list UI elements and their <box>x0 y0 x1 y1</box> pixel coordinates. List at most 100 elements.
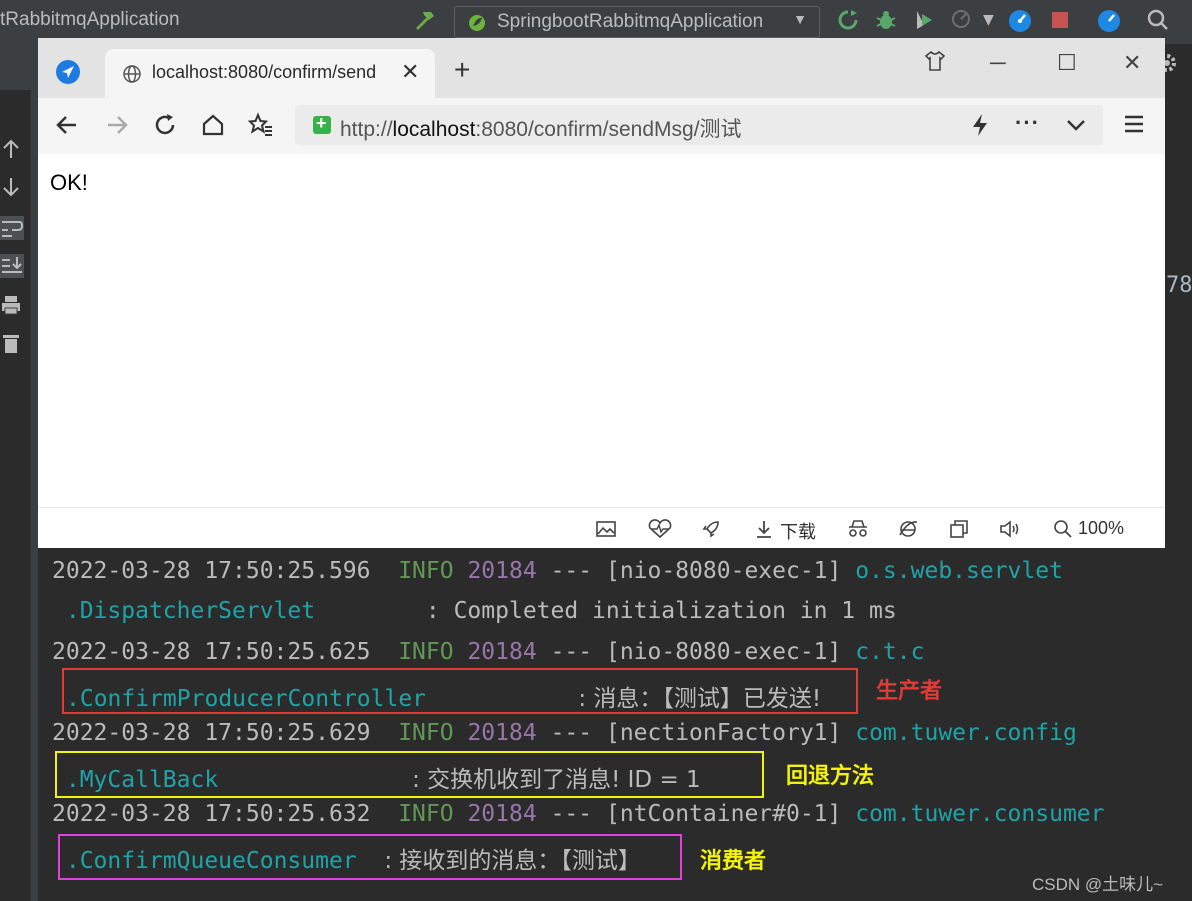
build-hammer-icon[interactable] <box>413 8 437 36</box>
log-separator: --- <box>550 720 593 746</box>
more-options-icon[interactable]: ··· <box>1015 110 1040 136</box>
home-icon[interactable] <box>200 112 228 140</box>
chevron-down-icon: ▼ <box>793 11 807 27</box>
url-host: localhost <box>392 118 476 141</box>
jrebel-icon[interactable] <box>1007 8 1033 34</box>
log-pid: 20184 <box>467 720 537 746</box>
debug-bug-icon[interactable] <box>874 8 900 34</box>
browser-window: localhost:8080/confirm/send ✕ + ─ ☐ ✕ ht… <box>38 38 1165 549</box>
spring-leaf-icon <box>467 13 487 39</box>
ide-window-title: tRabbitmqApplication <box>0 9 180 30</box>
download-label[interactable]: 下载 <box>780 518 816 544</box>
rocket-icon[interactable] <box>701 519 721 539</box>
maximize-icon[interactable]: ☐ <box>1057 50 1077 76</box>
editor-right-edge-text: 78 <box>1166 273 1192 298</box>
hamburger-menu-icon[interactable] <box>1123 113 1145 139</box>
chevron-down-icon[interactable] <box>1065 114 1087 140</box>
address-bar[interactable]: http://localhost:8080/confirm/sendMsg/测试… <box>295 105 1103 145</box>
log-pid: 20184 <box>467 801 537 827</box>
run-configuration-select[interactable]: SpringbootRabbitmqApplication ▼ <box>454 6 820 38</box>
download-icon[interactable] <box>754 519 774 539</box>
log-logger-cont[interactable]: .DispatcherServlet <box>66 598 315 624</box>
log-line: 2022-03-28 17:50:25.632 INFO 20184 --- [… <box>52 801 1104 827</box>
page-content: OK! <box>38 154 1165 506</box>
jrebel-debug-icon[interactable] <box>1096 8 1122 34</box>
run-configuration-label: SpringbootRabbitmqApplication <box>497 11 764 32</box>
log-timestamp: 2022-03-28 17:50:25.632 <box>52 801 371 827</box>
close-icon[interactable]: ✕ <box>1123 50 1141 76</box>
log-thread: [nio-8080-exec-1] <box>605 639 842 665</box>
log-thread: [nio-8080-exec-1] <box>605 558 842 584</box>
log-pid: 20184 <box>467 558 537 584</box>
log-logger[interactable]: com.tuwer.config <box>855 720 1077 746</box>
log-separator: --- <box>550 558 593 584</box>
page-response-text: OK! <box>50 170 88 195</box>
log-timestamp: 2022-03-28 17:50:25.596 <box>52 558 371 584</box>
zoom-search-icon[interactable] <box>1053 519 1073 539</box>
back-arrow-icon[interactable] <box>54 112 82 140</box>
profile-icon[interactable] <box>950 8 976 34</box>
log-level: INFO <box>398 639 454 665</box>
url-path: :8080/confirm/sendMsg/测试 <box>475 118 742 141</box>
window-restore-icon[interactable] <box>949 519 969 539</box>
speaker-icon[interactable] <box>999 519 1019 539</box>
log-line: 2022-03-28 17:50:25.629 INFO 20184 --- [… <box>52 720 1077 746</box>
ie-compat-icon[interactable] <box>898 519 918 539</box>
log-level: INFO <box>398 801 454 827</box>
log-timestamp: 2022-03-28 17:50:25.625 <box>52 639 371 665</box>
stop-icon[interactable] <box>1048 8 1074 34</box>
log-separator: --- <box>550 801 593 827</box>
tab-close-icon[interactable]: ✕ <box>401 60 419 85</box>
globe-icon <box>122 64 142 88</box>
coverage-run-icon[interactable] <box>912 8 938 34</box>
log-thread: [nectionFactory1] <box>605 720 842 746</box>
favorites-star-icon[interactable] <box>247 112 276 140</box>
producer-highlight-box <box>62 668 858 714</box>
zoom-level[interactable]: 100% <box>1078 518 1124 539</box>
search-icon[interactable] <box>1146 8 1172 34</box>
down-arrow-icon[interactable] <box>0 176 24 200</box>
minimize-icon[interactable]: ─ <box>990 50 1006 76</box>
browser-status-bar: 下载 100% <box>38 507 1165 549</box>
more-run-chevron-icon[interactable]: ▼ <box>983 12 1009 38</box>
callback-highlight-box <box>55 751 764 798</box>
log-line: 2022-03-28 17:50:25.596 INFO 20184 --- [… <box>52 558 1063 584</box>
callback-annotation: 回退方法 <box>786 764 875 789</box>
log-thread: [ntContainer#0-1] <box>605 801 842 827</box>
image-icon[interactable] <box>596 519 616 539</box>
soft-wrap-icon[interactable] <box>0 216 24 240</box>
log-message: : Completed initialization in 1 ms <box>425 598 897 624</box>
security-shield-icon[interactable] <box>313 113 331 134</box>
csdn-watermark: CSDN @土味儿~ <box>1032 875 1164 894</box>
forward-arrow-icon[interactable] <box>104 112 132 140</box>
scroll-to-end-icon[interactable] <box>0 254 24 278</box>
consumer-highlight-box <box>58 834 682 880</box>
producer-annotation: 生产者 <box>876 679 943 704</box>
browser-nav-bar: http://localhost:8080/confirm/sendMsg/测试… <box>38 98 1165 155</box>
tab-title: localhost:8080/confirm/send <box>152 62 377 82</box>
skin-shirt-icon[interactable] <box>924 50 946 78</box>
log-line: .DispatcherServlet : Completed initializ… <box>52 598 897 624</box>
log-logger[interactable]: c.t.c <box>855 639 924 665</box>
log-level: INFO <box>398 720 454 746</box>
log-pid: 20184 <box>467 639 537 665</box>
log-separator: --- <box>550 639 593 665</box>
print-icon[interactable] <box>0 294 24 318</box>
consumer-annotation: 消费者 <box>700 849 767 874</box>
rerun-icon[interactable] <box>836 8 862 34</box>
new-tab-button[interactable]: + <box>454 54 470 86</box>
log-level: INFO <box>398 558 454 584</box>
log-line: 2022-03-28 17:50:25.625 INFO 20184 --- [… <box>52 639 924 665</box>
log-logger[interactable]: com.tuwer.consumer <box>855 801 1104 827</box>
incognito-icon[interactable] <box>846 519 870 539</box>
browser-logo-icon[interactable] <box>56 60 80 84</box>
browser-tab-active[interactable]: localhost:8080/confirm/send ✕ <box>105 49 435 98</box>
health-heart-icon[interactable] <box>647 519 673 539</box>
url-scheme: http:// <box>340 118 393 141</box>
lightning-icon[interactable] <box>969 113 991 142</box>
up-arrow-icon[interactable] <box>0 138 24 162</box>
reload-icon[interactable] <box>152 112 180 140</box>
log-logger[interactable]: o.s.web.servlet <box>855 558 1063 584</box>
log-timestamp: 2022-03-28 17:50:25.629 <box>52 720 371 746</box>
trash-icon[interactable] <box>0 332 24 356</box>
